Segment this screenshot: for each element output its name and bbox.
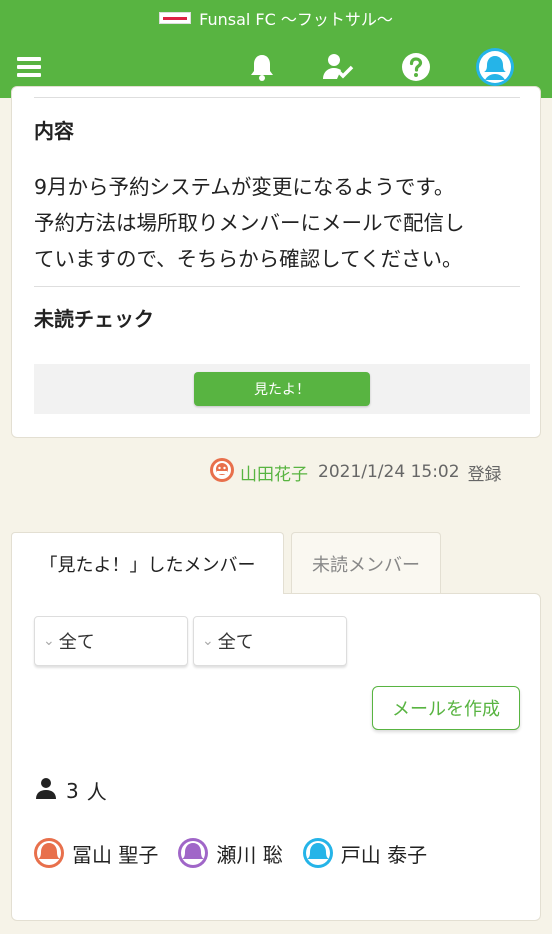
tab-seen-members[interactable]: 「見たよ！」したメンバー bbox=[11, 532, 284, 594]
seen-action-box: 見たよ！ bbox=[34, 364, 530, 414]
user-check-icon[interactable] bbox=[322, 50, 356, 84]
app-title: Funsal FC 〜フットサル〜 bbox=[199, 10, 393, 29]
filter-select-2[interactable]: ⌄ 全て bbox=[193, 616, 347, 666]
unread-check-heading: 未読チェック bbox=[34, 307, 154, 331]
post-card: 内容 9月から予約システムが変更になるようです。 予約方法は場所取りメンバーにメ… bbox=[11, 86, 541, 438]
seen-button[interactable]: 見たよ！ bbox=[194, 372, 370, 406]
filter-select-value: 全て bbox=[58, 632, 95, 653]
compose-mail-button[interactable]: メールを作成 bbox=[372, 686, 520, 730]
member-list: 冨山 聖子 瀬川 聡 戸山 泰子 bbox=[34, 838, 447, 868]
chevron-down-icon: ⌄ bbox=[202, 633, 214, 649]
member-avatar-icon bbox=[178, 838, 209, 868]
member-name: 瀬川 聡 bbox=[216, 842, 283, 867]
content-heading: 内容 bbox=[34, 119, 74, 143]
post-content-line: 9月から予約システムが変更になるようです。 bbox=[34, 175, 455, 199]
member-item[interactable]: 戸山 泰子 bbox=[302, 838, 428, 868]
member-avatar-icon bbox=[34, 838, 64, 868]
member-name: 冨山 聖子 bbox=[72, 842, 159, 867]
author-avatar-icon bbox=[210, 457, 234, 487]
post-meta: 山田花子 2021/1/24 15:02 登録 bbox=[210, 457, 502, 487]
post-registered-label: 登録 bbox=[467, 464, 502, 485]
bell-icon[interactable] bbox=[245, 50, 279, 84]
member-avatar-icon bbox=[302, 838, 333, 868]
team-logo bbox=[159, 12, 192, 24]
post-date: 2021/1/24 15:02 bbox=[318, 462, 460, 482]
filter-select-1[interactable]: ⌄ 全て bbox=[34, 616, 188, 666]
person-icon bbox=[36, 777, 56, 804]
member-count-unit: 人 bbox=[86, 780, 107, 804]
member-name: 戸山 泰子 bbox=[340, 842, 428, 867]
hamburger-menu-icon[interactable] bbox=[12, 50, 46, 84]
member-count-value: 3 bbox=[66, 778, 79, 803]
members-panel: ⌄ 全て ⌄ 全て メールを作成 3 人 冨山 聖子 瀬川 聡 戸山 泰子 bbox=[11, 593, 541, 921]
member-count: 3 人 bbox=[36, 776, 107, 805]
post-content: 9月から予約システムが変更になるようです。 予約方法は場所取りメンバーにメールで… bbox=[34, 169, 534, 277]
filter-select-value: 全て bbox=[217, 632, 254, 653]
author-link[interactable]: 山田花子 bbox=[240, 460, 308, 485]
help-icon[interactable] bbox=[399, 50, 433, 84]
divider bbox=[34, 97, 520, 98]
post-content-line: ていますので、そちらから確認してください。 bbox=[34, 247, 463, 271]
divider bbox=[34, 286, 520, 287]
member-item[interactable]: 瀬川 聡 bbox=[178, 838, 283, 868]
app-title-bar: Funsal FC 〜フットサル〜 bbox=[0, 0, 552, 36]
tab-unread-members[interactable]: 未読メンバー bbox=[291, 532, 441, 594]
member-item[interactable]: 冨山 聖子 bbox=[34, 838, 158, 868]
post-content-line: 予約方法は場所取りメンバーにメールで配信し bbox=[34, 211, 465, 235]
chevron-down-icon: ⌄ bbox=[43, 633, 55, 649]
profile-avatar-icon[interactable] bbox=[476, 48, 514, 86]
